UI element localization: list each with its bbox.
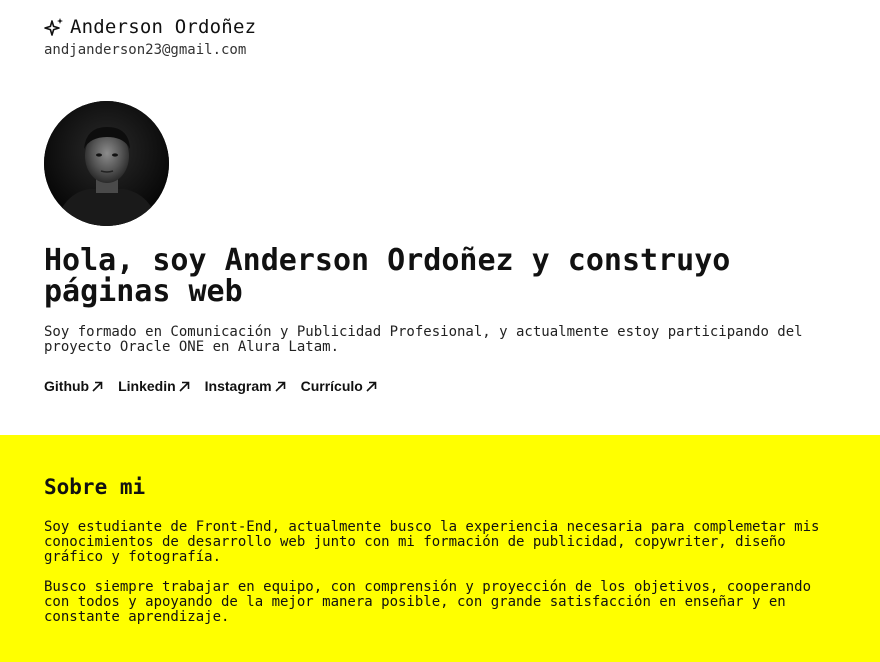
about-paragraph-1: Soy estudiante de Front-End, actualmente… [44, 519, 820, 565]
avatar [44, 101, 169, 226]
arrow-up-right-icon [179, 381, 189, 392]
social-links: Github Linkedin Instagram Currículo [44, 378, 378, 394]
contact-email: andjanderson23@gmail.com [44, 42, 247, 58]
about-title: Sobre mi [44, 475, 146, 499]
about-paragraph-2: Busco siempre trabajar en equipo, con co… [44, 579, 812, 625]
linkedin-link[interactable]: Linkedin [118, 378, 191, 394]
github-link[interactable]: Github [44, 378, 104, 394]
site-header: Anderson Ordoñez andjanderson23@gmail.co… [44, 16, 256, 58]
curriculum-link-label: Currículo [300, 378, 363, 394]
arrow-up-right-icon [275, 381, 285, 392]
about-section: Sobre mi Soy estudiante de Front-End, ac… [0, 435, 880, 662]
profile-photo [44, 101, 169, 226]
brand: Anderson Ordoñez [44, 16, 256, 38]
instagram-link[interactable]: Instagram [205, 378, 287, 394]
curriculum-link[interactable]: Currículo [301, 378, 378, 394]
linkedin-link-label: Linkedin [118, 378, 176, 394]
github-link-label: Github [44, 378, 90, 394]
hero-title: Hola, soy Anderson Ordoñez y construyo p… [44, 243, 731, 309]
hero-description: Soy formado en Comunicación y Publicidad… [44, 324, 803, 355]
site-owner-name: Anderson Ordoñez [70, 16, 257, 38]
sparkle-icon [44, 18, 63, 36]
arrow-up-right-icon [92, 381, 103, 392]
instagram-link-label: Instagram [204, 378, 272, 394]
arrow-up-right-icon [366, 381, 377, 392]
